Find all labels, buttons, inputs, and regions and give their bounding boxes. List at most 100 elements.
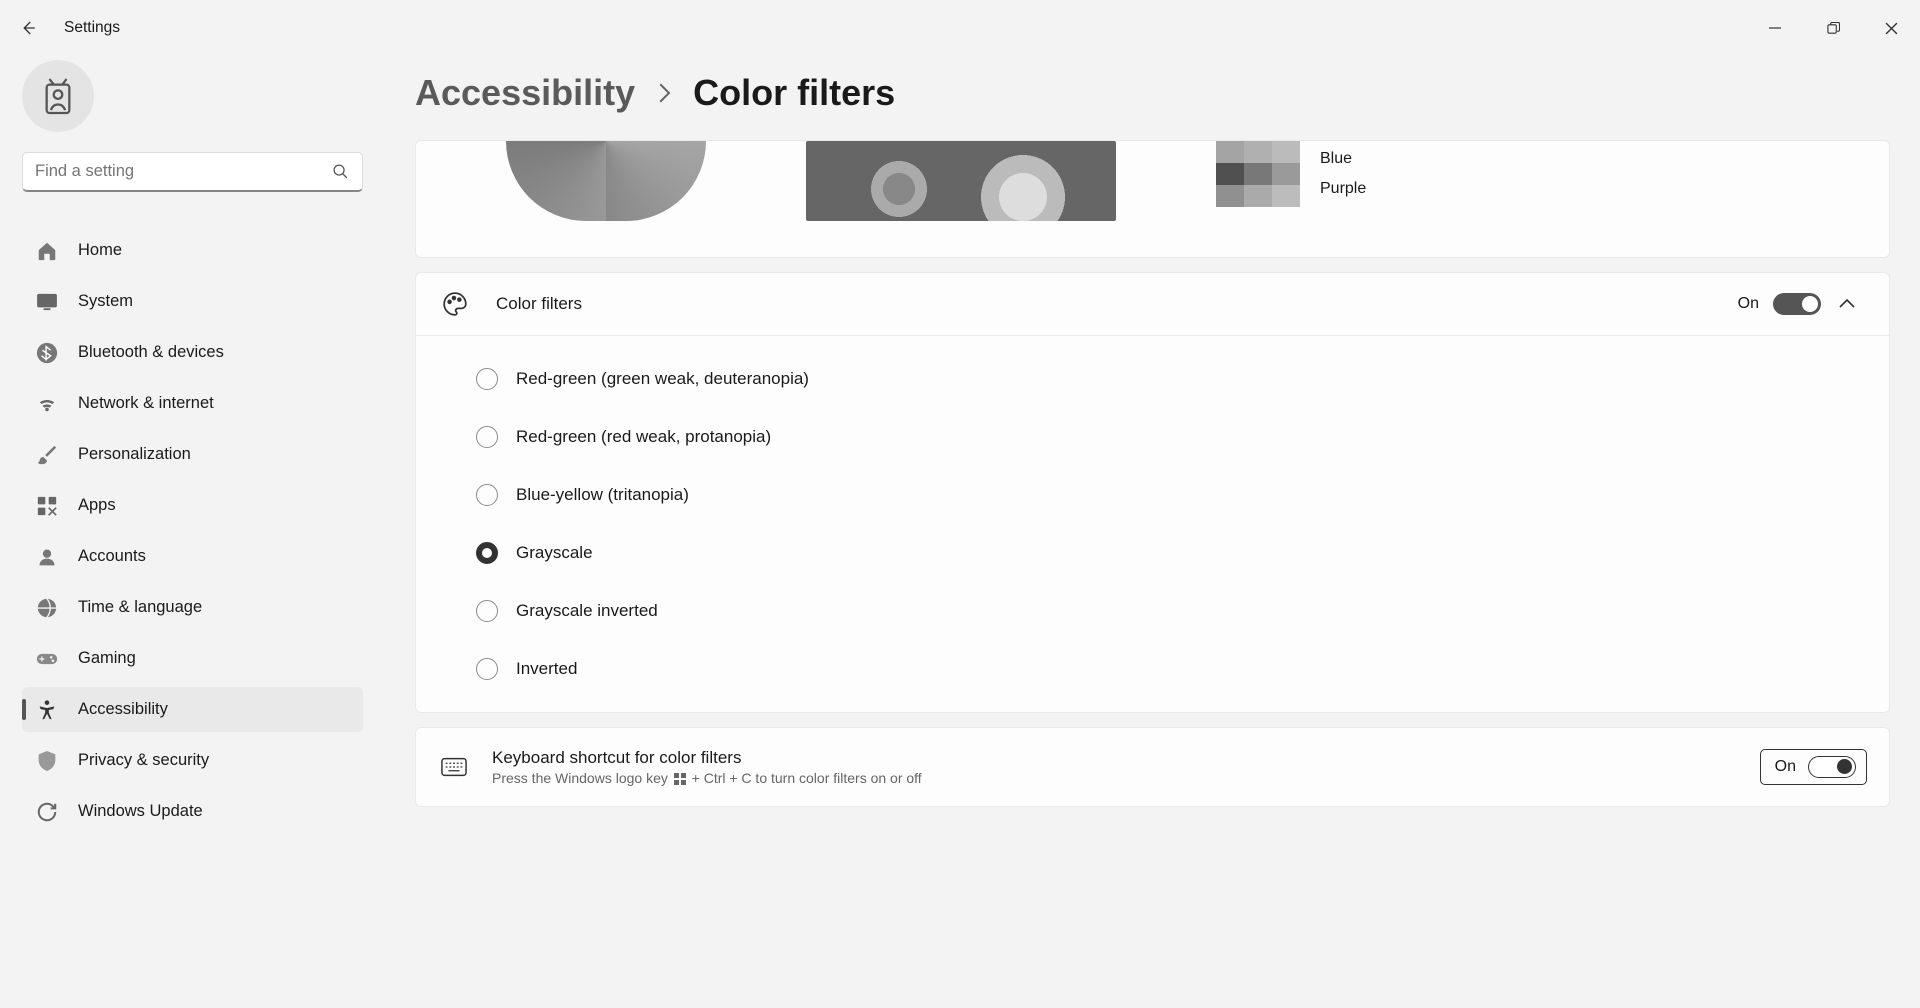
- radio-label: Red-green (red weak, protanopia): [516, 427, 771, 447]
- nav-label: Privacy & security: [78, 751, 209, 770]
- sample-image-preview: [806, 141, 1116, 221]
- nav-label: Personalization: [78, 445, 191, 464]
- color-filters-title: Color filters: [496, 294, 1738, 314]
- chevron-up-icon[interactable]: [1839, 296, 1855, 312]
- titlebar-left: Settings: [18, 18, 120, 38]
- system-icon: [36, 291, 58, 313]
- window-controls: [1746, 8, 1920, 48]
- shield-icon: [36, 750, 58, 772]
- nav-bluetooth[interactable]: Bluetooth & devices: [22, 330, 363, 375]
- nav-personalization[interactable]: Personalization: [22, 432, 363, 477]
- home-icon: [36, 240, 58, 262]
- sidebar: Home System Bluetooth & devices Network …: [0, 56, 385, 1008]
- filter-option-protanopia[interactable]: Red-green (red weak, protanopia): [476, 408, 1889, 466]
- keyboard-shortcut-title: Keyboard shortcut for color filters: [492, 748, 1760, 768]
- radio-icon: [476, 542, 498, 564]
- nav-label: Accounts: [78, 547, 146, 566]
- color-filters-header[interactable]: Color filters On: [416, 273, 1889, 336]
- filter-option-deuteranopia[interactable]: Red-green (green weak, deuteranopia): [476, 350, 1889, 408]
- color-name: Purple: [1320, 180, 1366, 198]
- keyboard-shortcut-subtitle: Press the Windows logo key + Ctrl + C to…: [492, 770, 1760, 786]
- nav-label: Gaming: [78, 649, 136, 668]
- filter-option-inverted[interactable]: Inverted: [476, 640, 1889, 698]
- color-name: Blue: [1320, 150, 1366, 168]
- search-icon: [332, 163, 349, 180]
- nav-label: Home: [78, 241, 122, 260]
- nav-label: System: [78, 292, 133, 311]
- nav-network[interactable]: Network & internet: [22, 381, 363, 426]
- maximize-button[interactable]: [1804, 8, 1862, 48]
- keyboard-shortcut-toggle[interactable]: [1808, 756, 1856, 778]
- minimize-button[interactable]: [1746, 8, 1804, 48]
- avatar-placeholder-icon: [41, 76, 75, 116]
- filter-options: Red-green (green weak, deuteranopia) Red…: [416, 336, 1889, 712]
- keyboard-shortcut-card: Keyboard shortcut for color filters Pres…: [415, 727, 1890, 807]
- breadcrumb: Accessibility Color filters: [415, 56, 1890, 140]
- filter-option-tritanopia[interactable]: Blue-yellow (tritanopia): [476, 466, 1889, 524]
- minimize-icon: [1769, 22, 1781, 34]
- titlebar: Settings: [0, 0, 1920, 56]
- brush-icon: [36, 444, 58, 466]
- close-button[interactable]: [1862, 8, 1920, 48]
- nav-gaming[interactable]: Gaming: [22, 636, 363, 681]
- nav-label: Bluetooth & devices: [78, 343, 224, 362]
- globe-clock-icon: [36, 597, 58, 619]
- nav-home[interactable]: Home: [22, 228, 363, 273]
- radio-icon: [476, 600, 498, 622]
- filter-option-grayscale[interactable]: Grayscale: [476, 524, 1889, 582]
- user-profile[interactable]: [22, 56, 363, 152]
- filter-option-grayscale-inverted[interactable]: Grayscale inverted: [476, 582, 1889, 640]
- gamepad-icon: [36, 648, 58, 670]
- toggle-state-label: On: [1775, 758, 1796, 776]
- color-filters-toggle[interactable]: [1773, 293, 1821, 315]
- radio-icon: [476, 426, 498, 448]
- nav-label: Accessibility: [78, 700, 168, 719]
- radio-icon: [476, 658, 498, 680]
- search-input[interactable]: [22, 152, 363, 192]
- nav: Home System Bluetooth & devices Network …: [22, 228, 363, 834]
- nav-label: Apps: [78, 496, 116, 515]
- wifi-icon: [36, 393, 58, 415]
- nav-apps[interactable]: Apps: [22, 483, 363, 528]
- breadcrumb-parent[interactable]: Accessibility: [415, 72, 635, 114]
- nav-system[interactable]: System: [22, 279, 363, 324]
- keyboard-shortcut-text: Keyboard shortcut for color filters Pres…: [492, 748, 1760, 786]
- accessibility-icon: [36, 699, 58, 721]
- close-icon: [1885, 22, 1898, 35]
- chevron-right-icon: [657, 83, 671, 103]
- nav-privacy[interactable]: Privacy & security: [22, 738, 363, 783]
- person-icon: [36, 546, 58, 568]
- radio-label: Inverted: [516, 659, 577, 679]
- back-button[interactable]: [18, 18, 38, 38]
- avatar: [22, 60, 94, 132]
- arrow-left-icon: [19, 19, 37, 37]
- radio-icon: [476, 368, 498, 390]
- nav-accessibility[interactable]: Accessibility: [22, 687, 363, 732]
- nav-time-language[interactable]: Time & language: [22, 585, 363, 630]
- toggle-state-label: On: [1738, 295, 1759, 313]
- search-container: [22, 152, 363, 192]
- app-title: Settings: [64, 19, 120, 37]
- nav-label: Network & internet: [78, 394, 214, 413]
- bluetooth-icon: [36, 342, 58, 364]
- nav-windows-update[interactable]: Windows Update: [22, 789, 363, 834]
- breadcrumb-current: Color filters: [693, 72, 895, 114]
- preview-card: Blue Purple: [415, 140, 1890, 258]
- keyboard-icon: [440, 756, 468, 778]
- nav-label: Time & language: [78, 598, 202, 617]
- radio-label: Red-green (green weak, deuteranopia): [516, 369, 809, 389]
- radio-label: Blue-yellow (tritanopia): [516, 485, 689, 505]
- update-icon: [36, 801, 58, 823]
- maximize-icon: [1827, 22, 1840, 35]
- palette-icon: [442, 291, 468, 317]
- nav-label: Windows Update: [78, 802, 203, 821]
- nav-accounts[interactable]: Accounts: [22, 534, 363, 579]
- color-swatches: [1216, 141, 1300, 207]
- keyboard-shortcut-toggle-wrap[interactable]: On: [1760, 749, 1867, 785]
- apps-icon: [36, 495, 58, 517]
- windows-logo-icon: [674, 773, 686, 785]
- color-names: Blue Purple: [1320, 150, 1366, 198]
- color-filters-section: Color filters On Red-green (green weak, …: [415, 272, 1890, 713]
- main-content: Accessibility Color filters Blue Purple: [385, 56, 1920, 1008]
- radio-label: Grayscale: [516, 543, 593, 563]
